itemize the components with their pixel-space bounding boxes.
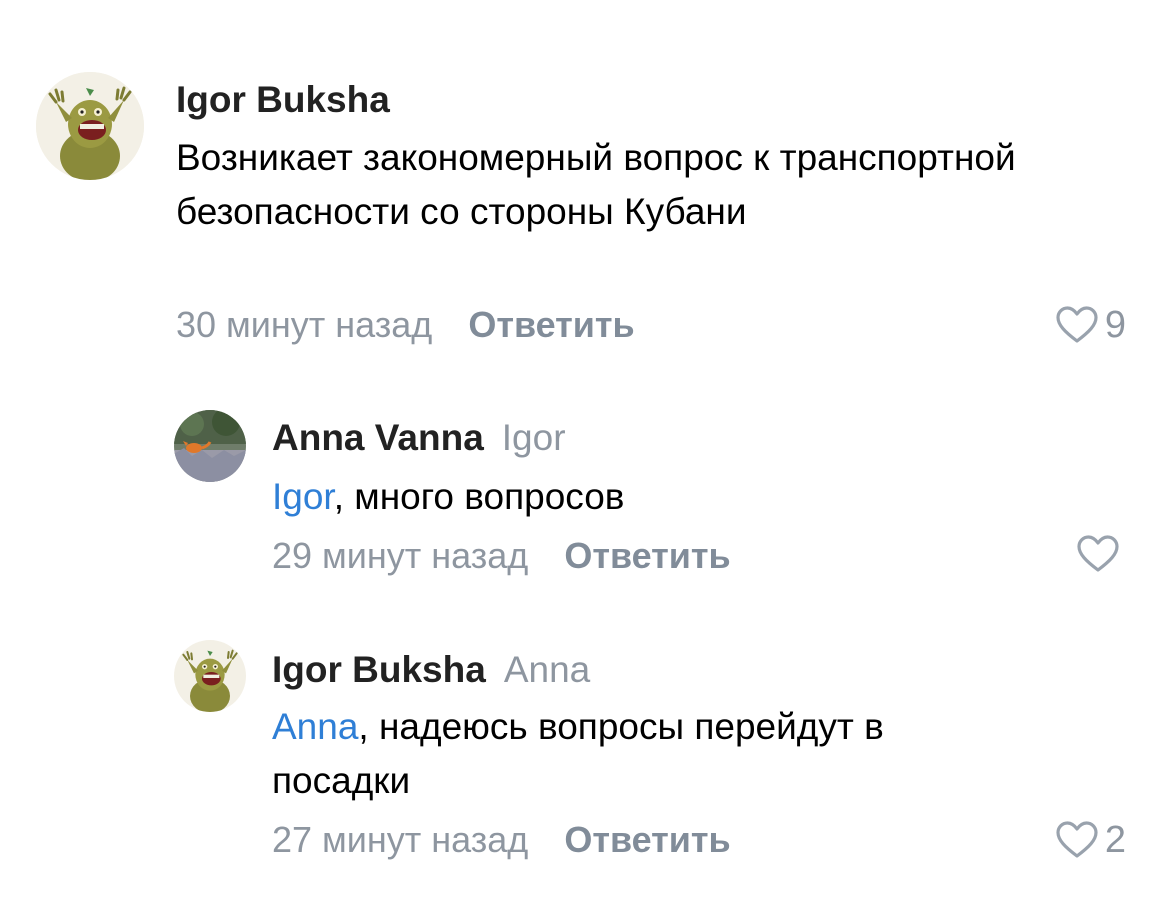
reply-button[interactable]: Ответить [564, 819, 730, 860]
fox-photo-avatar-icon [174, 410, 246, 482]
comment-body: , много вопросов [333, 476, 625, 517]
author-name[interactable]: Igor Buksha [176, 79, 390, 120]
monster-avatar-icon [36, 72, 144, 180]
avatar[interactable] [174, 410, 246, 482]
comment-meta: 29 минут назад Ответить [272, 534, 731, 578]
timestamp: 30 минут назад [176, 304, 433, 345]
comment-body: , надеюсь вопросы перейдут в посадки [272, 706, 884, 801]
like-button[interactable]: 2 [1055, 818, 1126, 862]
author-name[interactable]: Igor Buksha [272, 649, 486, 690]
like-count: 9 [1104, 304, 1126, 346]
reply-to-name[interactable]: Igor [502, 417, 566, 458]
comment-meta: 27 минут назад Ответить [272, 818, 731, 862]
comment-header: Igor Buksha Anna [272, 648, 590, 692]
reply-button[interactable]: Ответить [468, 304, 634, 345]
like-button[interactable]: 9 [1055, 303, 1126, 347]
timestamp: 29 минут назад [272, 535, 529, 576]
timestamp: 27 минут назад [272, 819, 529, 860]
monster-avatar-icon [174, 640, 246, 712]
avatar[interactable] [36, 72, 144, 180]
comment-text: Anna, надеюсь вопросы перейдут в посадки [272, 700, 1032, 808]
reply-item: Igor Buksha Anna Anna, надеюсь вопросы пе… [0, 610, 1170, 908]
reply-button[interactable]: Ответить [564, 535, 730, 576]
heart-icon [1056, 821, 1098, 858]
reply-item: Anna Vanna Igor Igor, много вопросов 29 м… [0, 380, 1170, 610]
comment-header: Anna Vanna Igor [272, 416, 566, 460]
comment-header: Igor Buksha [176, 78, 390, 122]
heart-icon [1077, 535, 1119, 572]
heart-icon [1056, 306, 1098, 343]
reply-to-name[interactable]: Anna [504, 649, 590, 690]
comment-text: Igor, много вопросов [272, 470, 1052, 524]
mention-link[interactable]: Igor [272, 476, 334, 517]
comment-meta: 30 минут назад Ответить [176, 303, 635, 347]
author-name[interactable]: Anna Vanna [272, 417, 484, 458]
comment-body: Возникает закономерный вопрос к транспор… [176, 137, 1016, 232]
mention-link[interactable]: Anna [272, 706, 358, 747]
like-count: 2 [1104, 819, 1126, 861]
avatar[interactable] [174, 640, 246, 712]
comment-text: Возникает закономерный вопрос к транспор… [176, 131, 1036, 239]
comment-item: Igor Buksha Возникает закономерный вопро… [0, 0, 1170, 380]
like-button[interactable] [1076, 534, 1126, 574]
